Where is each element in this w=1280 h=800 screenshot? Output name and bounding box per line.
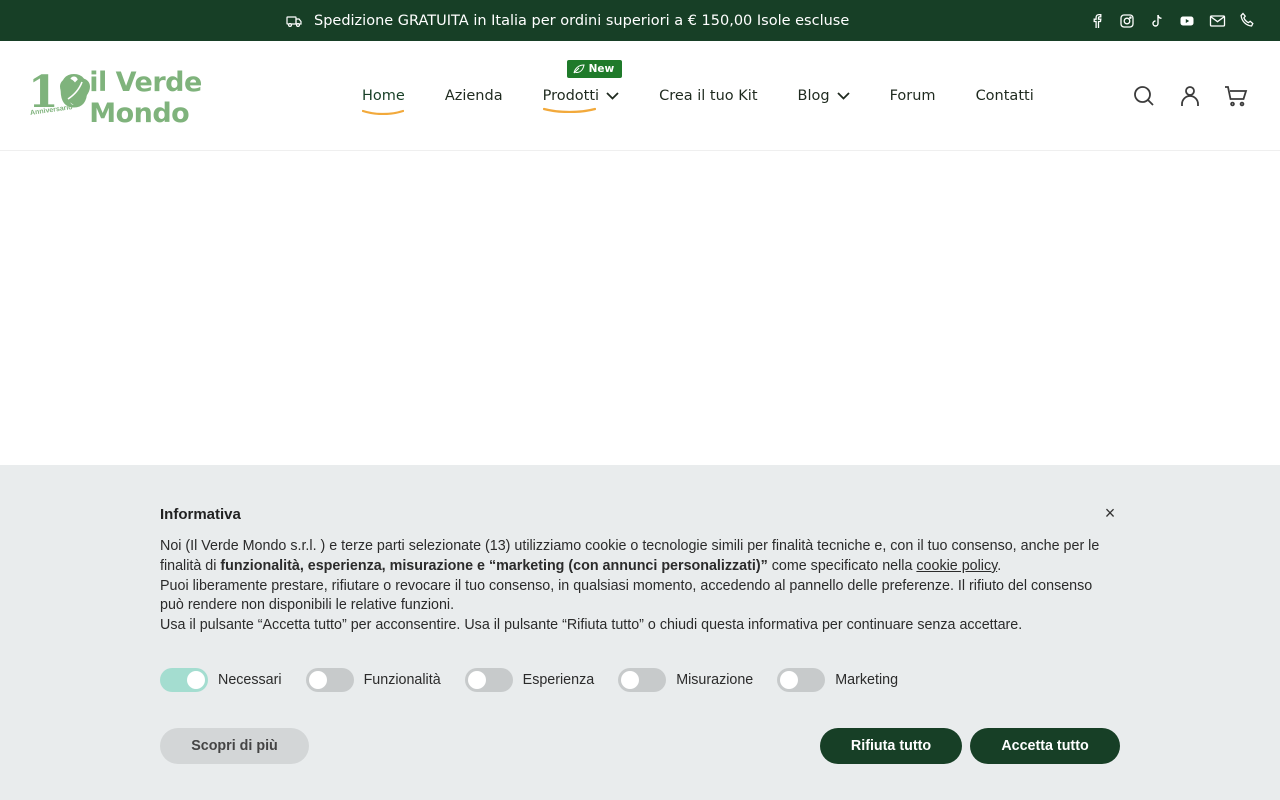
- anniversary-mark: 10 Anniversario: [28, 69, 90, 123]
- reject-all-button[interactable]: Rifiuta tutto: [820, 728, 962, 764]
- instagram-icon[interactable]: [1118, 12, 1136, 30]
- chevron-down-icon: [836, 92, 850, 100]
- nav-underline: [542, 107, 596, 113]
- toggle-necessari: Necessari: [160, 668, 282, 692]
- toggle-marketing: Marketing: [777, 668, 898, 692]
- learn-more-button[interactable]: Scopri di più: [160, 728, 309, 764]
- nav-item-azienda[interactable]: Azienda: [445, 81, 503, 111]
- nav-item-contatti[interactable]: Contatti: [976, 81, 1034, 111]
- heart-leaf-icon: [60, 78, 90, 106]
- toggle-label: Funzionalità: [363, 672, 441, 688]
- shipping-text: Spedizione GRATUITA in Italia per ordini…: [314, 12, 850, 29]
- toggle-label: Misurazione: [676, 672, 754, 688]
- toggle-switch[interactable]: [305, 668, 354, 692]
- cookie-paragraph-2: Puoi liberamente prestare, rifiutare o r…: [160, 577, 1093, 614]
- cookie-policy-link[interactable]: cookie policy: [916, 558, 997, 574]
- leaf-icon: [573, 64, 585, 74]
- cookie-banner: Informativa × Noi (Il Verde Mondo s.r.l.…: [0, 465, 1280, 800]
- cookie-text-part: .: [997, 557, 1002, 574]
- nav-item-forum[interactable]: Forum: [890, 81, 936, 111]
- cookie-text: Noi (Il Verde Mondo s.r.l. ) e terze par…: [160, 537, 1100, 636]
- chevron-down-icon: [606, 92, 619, 100]
- cookie-text-bold: funzionalità, esperienza, misurazione e …: [220, 557, 768, 574]
- nav-label: Contatti: [975, 88, 1034, 104]
- phone-icon[interactable]: [1238, 12, 1256, 30]
- close-icon[interactable]: ×: [1100, 503, 1120, 523]
- site-logo[interactable]: 10 Anniversario il Verde Mondo: [28, 67, 288, 129]
- facebook-icon[interactable]: [1088, 12, 1106, 30]
- nav-label: Forum: [889, 88, 936, 104]
- toggle-switch[interactable]: [777, 668, 826, 692]
- truck-icon: [286, 13, 302, 29]
- new-badge: New: [566, 60, 623, 78]
- consent-toggles: Necessari Funzionalità Esperienza Misura…: [160, 668, 922, 692]
- search-icon[interactable]: [1132, 84, 1156, 108]
- user-icon[interactable]: [1178, 84, 1202, 108]
- cookie-title: Informativa: [160, 506, 241, 523]
- nav-item-blog[interactable]: Blog: [798, 81, 850, 111]
- cookie-paragraph-1: Noi (Il Verde Mondo s.r.l. ) e terze par…: [160, 537, 1100, 577]
- toggle-switch[interactable]: [160, 668, 208, 692]
- toggle-funzionalita: Funzionalità: [305, 668, 441, 692]
- nav-label: Crea il tuo Kit: [659, 88, 758, 104]
- main-nav: Home Azienda New Prodotti Crea il tuo Ki…: [362, 41, 1074, 151]
- site-header: 10 Anniversario il Verde Mondo Home Azie…: [0, 41, 1280, 151]
- toggle-misurazione: Misurazione: [618, 668, 753, 692]
- cookie-paragraph-3: Usa il pulsante “Accetta tutto” per acco…: [160, 617, 1023, 634]
- nav-label: Blog: [797, 88, 830, 104]
- accept-all-button[interactable]: Accetta tutto: [970, 728, 1120, 764]
- nav-item-crea-kit[interactable]: Crea il tuo Kit: [659, 81, 757, 111]
- shipping-message: Spedizione GRATUITA in Italia per ordini…: [286, 0, 849, 41]
- nav-item-home[interactable]: Home: [362, 81, 405, 115]
- tiktok-icon[interactable]: [1148, 12, 1166, 30]
- nav-label: Home: [362, 88, 405, 104]
- toggle-esperienza: Esperienza: [464, 668, 595, 692]
- toggle-label: Marketing: [835, 672, 899, 688]
- youtube-icon[interactable]: [1178, 12, 1196, 30]
- announcement-bar: Spedizione GRATUITA in Italia per ordini…: [0, 0, 1280, 41]
- nav-item-prodotti[interactable]: New Prodotti: [542, 60, 623, 113]
- nav-label: Azienda: [444, 88, 503, 104]
- nav-underline: [362, 109, 404, 115]
- header-actions: [1132, 41, 1248, 151]
- toggle-label: Esperienza: [522, 672, 595, 688]
- cart-icon[interactable]: [1224, 84, 1248, 108]
- mail-icon[interactable]: [1208, 12, 1226, 30]
- cookie-text-part: come specificato nella: [767, 557, 917, 574]
- brand-name: il Verde Mondo: [89, 67, 202, 129]
- toggle-switch[interactable]: [618, 668, 667, 692]
- social-links: [1088, 0, 1256, 41]
- toggle-label: Necessari: [218, 672, 282, 688]
- badge-text: New: [588, 63, 615, 75]
- toggle-switch[interactable]: [464, 668, 513, 692]
- nav-label: Prodotti: [542, 88, 600, 104]
- nav-label-wrap: Prodotti: [542, 88, 600, 113]
